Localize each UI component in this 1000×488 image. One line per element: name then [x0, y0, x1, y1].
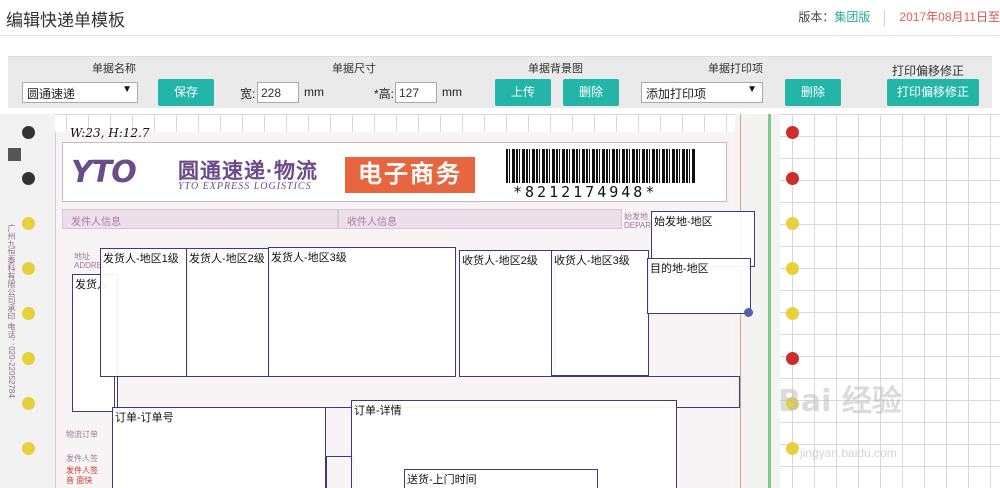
sender-sign-label-2: 发件人签: [66, 466, 98, 475]
width-unit: mm: [304, 85, 324, 99]
origin-label: 始发地 DEPART: [624, 212, 656, 230]
handwritten-size-note: W:23, H:12.7: [70, 126, 150, 140]
delete-bg-button[interactable]: 删除: [563, 79, 619, 106]
punch-hole: [22, 442, 35, 455]
height-input[interactable]: [395, 82, 437, 103]
baidu-watermark-url: jingyan.baidu.com: [800, 446, 897, 460]
sender-sign-label: 发件人签: [66, 454, 98, 463]
punch-hole: [22, 172, 35, 185]
date-month: 08: [938, 10, 952, 24]
punch-hole: [786, 172, 799, 185]
punch-hole: [786, 442, 799, 455]
height-label: *高:: [374, 87, 395, 101]
print-item-receiver-region-3[interactable]: 收货人-地区3级: [551, 250, 649, 376]
punch-hole: [786, 262, 799, 275]
doc-name-value: 圆通速递: [27, 87, 76, 101]
chevron-down-icon: ▼: [747, 84, 757, 95]
yto-banner: YTO 圆通速递·物流 YTO EXPRESS LOGISTICS 电子商务 *…: [62, 142, 727, 202]
save-button[interactable]: 保存: [158, 79, 214, 106]
print-item-select[interactable]: 添加打印项 ▼: [641, 82, 763, 103]
express-label: 音 面快: [66, 476, 93, 485]
expiry-date: 2017年08月11日至: [899, 10, 1000, 24]
baidu-watermark: Bai 经验: [778, 384, 902, 419]
receiver-section-header: 收件人信息: [338, 209, 622, 229]
chevron-down-icon: ▼: [122, 84, 132, 95]
punch-hole: [786, 352, 799, 365]
bg-caption: 单据背景图: [528, 63, 583, 75]
template-toolbar: 单据名称 圆通速递 ▼ 保存 单据尺寸 宽: mm *高: mm 单据背景图 上…: [8, 56, 992, 108]
punch-hole: [786, 217, 799, 230]
doc-name-caption: 单据名称: [92, 63, 136, 75]
print-item-receiver-region-2[interactable]: 收货人-地区2级: [459, 250, 555, 377]
page-title: 编辑快递单模板: [6, 11, 125, 30]
date-year-suffix: 年: [926, 10, 939, 24]
print-item-sender-region-1[interactable]: 发货人-地区1级: [100, 248, 188, 377]
print-item-spacer: [326, 456, 354, 488]
print-offset-button[interactable]: 打印偏移修正: [887, 79, 979, 106]
header-info: 版本：集团版 2017年08月11日至: [798, 8, 1000, 26]
punch-hole: [22, 217, 35, 230]
punch-hole: [22, 397, 35, 410]
ecommerce-badge: 电子商务: [345, 157, 475, 193]
sender-section-header: 发件人信息: [62, 209, 338, 229]
print-items-caption: 单据打印项: [708, 63, 763, 75]
version-label: 版本：: [798, 10, 835, 24]
header-divider: [884, 9, 886, 26]
yto-logo: YTO: [71, 155, 137, 190]
print-item-destination-region[interactable]: 目的地-地区: [647, 258, 751, 314]
barcode-number: *8212174948*: [513, 183, 658, 201]
punch-hole: [786, 126, 799, 139]
print-item-order-number[interactable]: 订单-订单号: [112, 407, 326, 488]
tear-line: [768, 114, 771, 488]
punch-hole: [786, 307, 799, 320]
printer-info-vertical: 广州九恒泰科有限公司承印 电话：020-22052784: [7, 224, 16, 398]
width-label: 宽:: [240, 87, 256, 101]
punch-hole: [22, 126, 35, 139]
date-month-suffix: 月: [951, 10, 964, 24]
date-day: 11: [963, 10, 976, 24]
punch-hole: [22, 262, 35, 275]
design-canvas[interactable]: W:23, H:12.7 广州九恒泰科有限公司承印 电话：020-2205278…: [0, 114, 1000, 488]
punch-hole: [22, 307, 35, 320]
yto-brand-en: YTO EXPRESS LOGISTICS: [178, 181, 312, 192]
print-item-sender-region-2[interactable]: 发货人-地区2级: [186, 248, 270, 377]
width-input[interactable]: [257, 82, 299, 103]
corner-mark: [8, 148, 21, 161]
doc-name-select[interactable]: 圆通速递 ▼: [22, 82, 138, 103]
address-label: 地址 ADDRESS: [74, 252, 113, 270]
resize-handle[interactable]: [744, 308, 753, 317]
size-caption: 单据尺寸: [332, 63, 376, 75]
offset-caption: 打印偏移修正: [892, 64, 965, 78]
date-tail: 日至: [975, 10, 1000, 24]
print-item-sender-region-3[interactable]: 发货人-地区3级: [268, 247, 456, 377]
logistics-label: 物流订单: [66, 430, 98, 439]
height-unit: mm: [442, 85, 462, 99]
upload-button[interactable]: 上传: [495, 79, 551, 106]
page-header: 编辑快递单模板 版本：集团版 2017年08月11日至: [0, 0, 1000, 36]
print-item-delivery-time[interactable]: 送货-上门时间: [404, 469, 598, 488]
version-value: 集团版: [834, 10, 871, 24]
date-year: 2017: [899, 10, 927, 24]
print-item-value: 添加打印项: [646, 87, 707, 101]
delete-item-button[interactable]: 删除: [785, 79, 841, 106]
punch-hole: [22, 352, 35, 365]
barcode-image: [506, 149, 696, 183]
